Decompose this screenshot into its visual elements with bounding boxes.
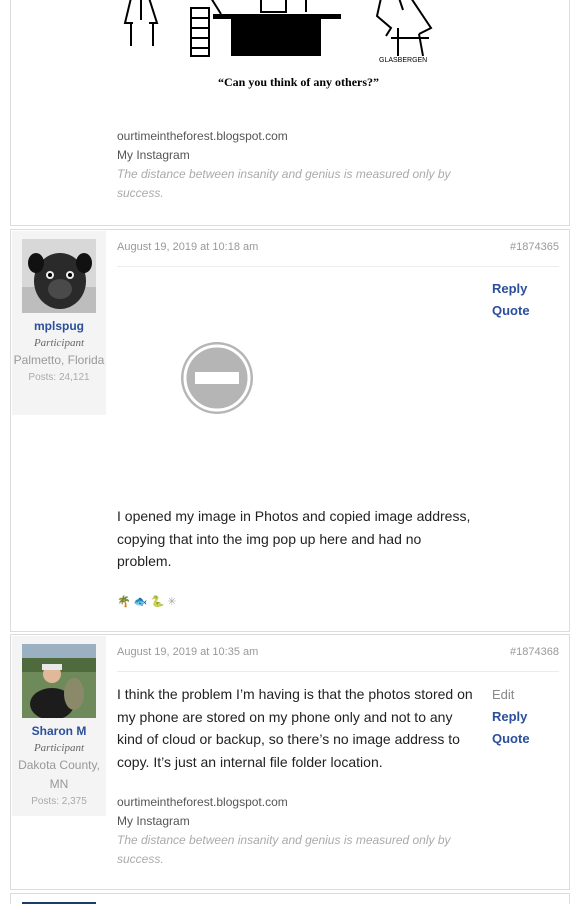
author-card: mplspug Participant Palmetto, Florida Po… <box>12 231 106 415</box>
quote-button[interactable]: Quote <box>492 728 530 750</box>
post-date: August 19, 2019 at 10:35 am <box>117 646 259 658</box>
author-role: Participant <box>33 337 85 349</box>
author-location: Dakota County, MN <box>18 758 100 791</box>
author-post-count: Posts: 24,121 <box>28 372 90 383</box>
reply-button[interactable]: Reply <box>492 706 530 728</box>
author-role: Participant <box>33 742 85 754</box>
broken-image-icon <box>181 342 253 414</box>
reply-top-partial: GLASBERGEN “Can you think of any others?… <box>10 0 570 226</box>
post-date: August 19, 2019 at 10:18 am <box>117 241 259 253</box>
fish-icon: 🐟 <box>133 596 148 608</box>
reply-post: Sharon M Participant Dakota County, MN P… <box>10 634 570 890</box>
palm-tree-icon: 🌴 <box>117 596 131 608</box>
signature-blog-link[interactable]: ourtimeintheforest.blogspot.com <box>117 127 477 146</box>
author-location: Palmetto, Florida <box>13 353 105 367</box>
sparkle-icon: ✳ <box>167 596 177 608</box>
post-actions: Reply Quote <box>492 278 530 322</box>
snake-icon: 🐍 <box>150 596 165 608</box>
post-permalink[interactable]: #1874365 <box>510 241 559 253</box>
signature-quote: The distance between insanity and genius… <box>117 167 451 200</box>
reply-post-partial <box>10 893 570 904</box>
divider <box>117 266 559 267</box>
signature-quote: The distance between insanity and genius… <box>117 833 451 866</box>
signature-instagram-link[interactable]: My Instagram <box>117 812 477 831</box>
post-actions: Edit Reply Quote <box>492 684 530 750</box>
divider <box>117 671 559 672</box>
author-card: Sharon M Participant Dakota County, MN P… <box>12 636 106 816</box>
cartoon-caption: “Can you think of any others?” <box>218 75 380 89</box>
cartoon-signature: GLASBERGEN <box>379 57 427 64</box>
post-content: I think the problem I’m having is that t… <box>117 686 473 770</box>
signature: ourtimeintheforest.blogspot.com My Insta… <box>117 127 477 203</box>
reply-button[interactable]: Reply <box>492 278 530 300</box>
signature-instagram-link[interactable]: My Instagram <box>117 146 477 165</box>
quote-button[interactable]: Quote <box>492 300 530 322</box>
post-permalink[interactable]: #1874368 <box>510 646 559 658</box>
reply-post: mplspug Participant Palmetto, Florida Po… <box>10 229 570 632</box>
post-content: I opened my image in Photos and copied i… <box>117 508 471 569</box>
avatar[interactable] <box>22 644 96 718</box>
signature: ourtimeintheforest.blogspot.com My Insta… <box>117 793 477 869</box>
author-post-count: Posts: 2,375 <box>31 796 87 807</box>
avatar[interactable] <box>22 239 96 313</box>
author-name[interactable]: mplspug <box>12 319 106 333</box>
emoji-row: 🌴 🐟 🐍 ✳ <box>117 595 177 608</box>
edit-button[interactable]: Edit <box>492 684 530 706</box>
author-name[interactable]: Sharon M <box>12 724 106 738</box>
signature-blog-link[interactable]: ourtimeintheforest.blogspot.com <box>117 793 477 812</box>
